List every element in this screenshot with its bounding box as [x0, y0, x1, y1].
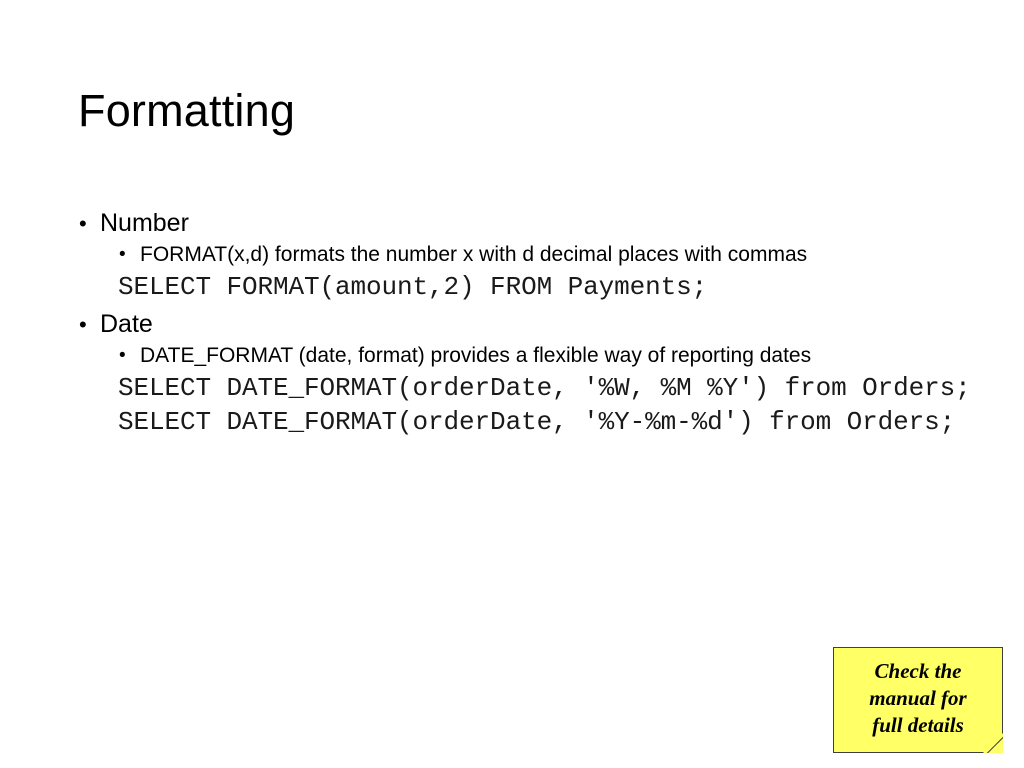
note-fold-edge-icon: [975, 725, 1003, 753]
sub-bullet-date-format: • DATE_FORMAT (date, format) provides a …: [78, 341, 978, 371]
bullet-glyph-icon: •: [79, 211, 87, 236]
bullet-label-date: Date: [100, 310, 153, 338]
sub-bullet-label-number-format: FORMAT(x,d) formats the number x with d …: [140, 243, 808, 266]
sticky-note: Check the manual for full details: [833, 647, 1003, 753]
sticky-note-line-2: manual for: [869, 686, 967, 710]
code-line-date-format-ymd: SELECT DATE_FORMAT(orderDate, '%Y-%m-%d'…: [118, 407, 956, 437]
code-line-format-payments: SELECT FORMAT(amount,2) FROM Payments;: [118, 272, 708, 302]
bullet-item-number: • Number: [78, 207, 978, 240]
sub-bullet-label-date-format: DATE_FORMAT (date, format) provides a fl…: [140, 344, 812, 367]
bullet-glyph-icon: •: [119, 244, 126, 265]
page-title: Formatting: [78, 85, 296, 136]
slide: Formatting • Number • FORMAT(x,d) format…: [0, 0, 1024, 768]
bullet-item-date: • Date: [78, 308, 978, 341]
sticky-note-line-1: Check the: [874, 659, 962, 683]
code-line-date-format-wmy: SELECT DATE_FORMAT(orderDate, '%W, %M %Y…: [118, 373, 971, 403]
bullet-glyph-icon: •: [79, 312, 87, 337]
bullet-glyph-icon: •: [119, 345, 126, 366]
slide-body: • Number • FORMAT(x,d) formats the numbe…: [78, 207, 978, 439]
sub-bullet-number-format: • FORMAT(x,d) formats the number x with …: [78, 240, 978, 270]
bullet-label-number: Number: [100, 209, 189, 237]
